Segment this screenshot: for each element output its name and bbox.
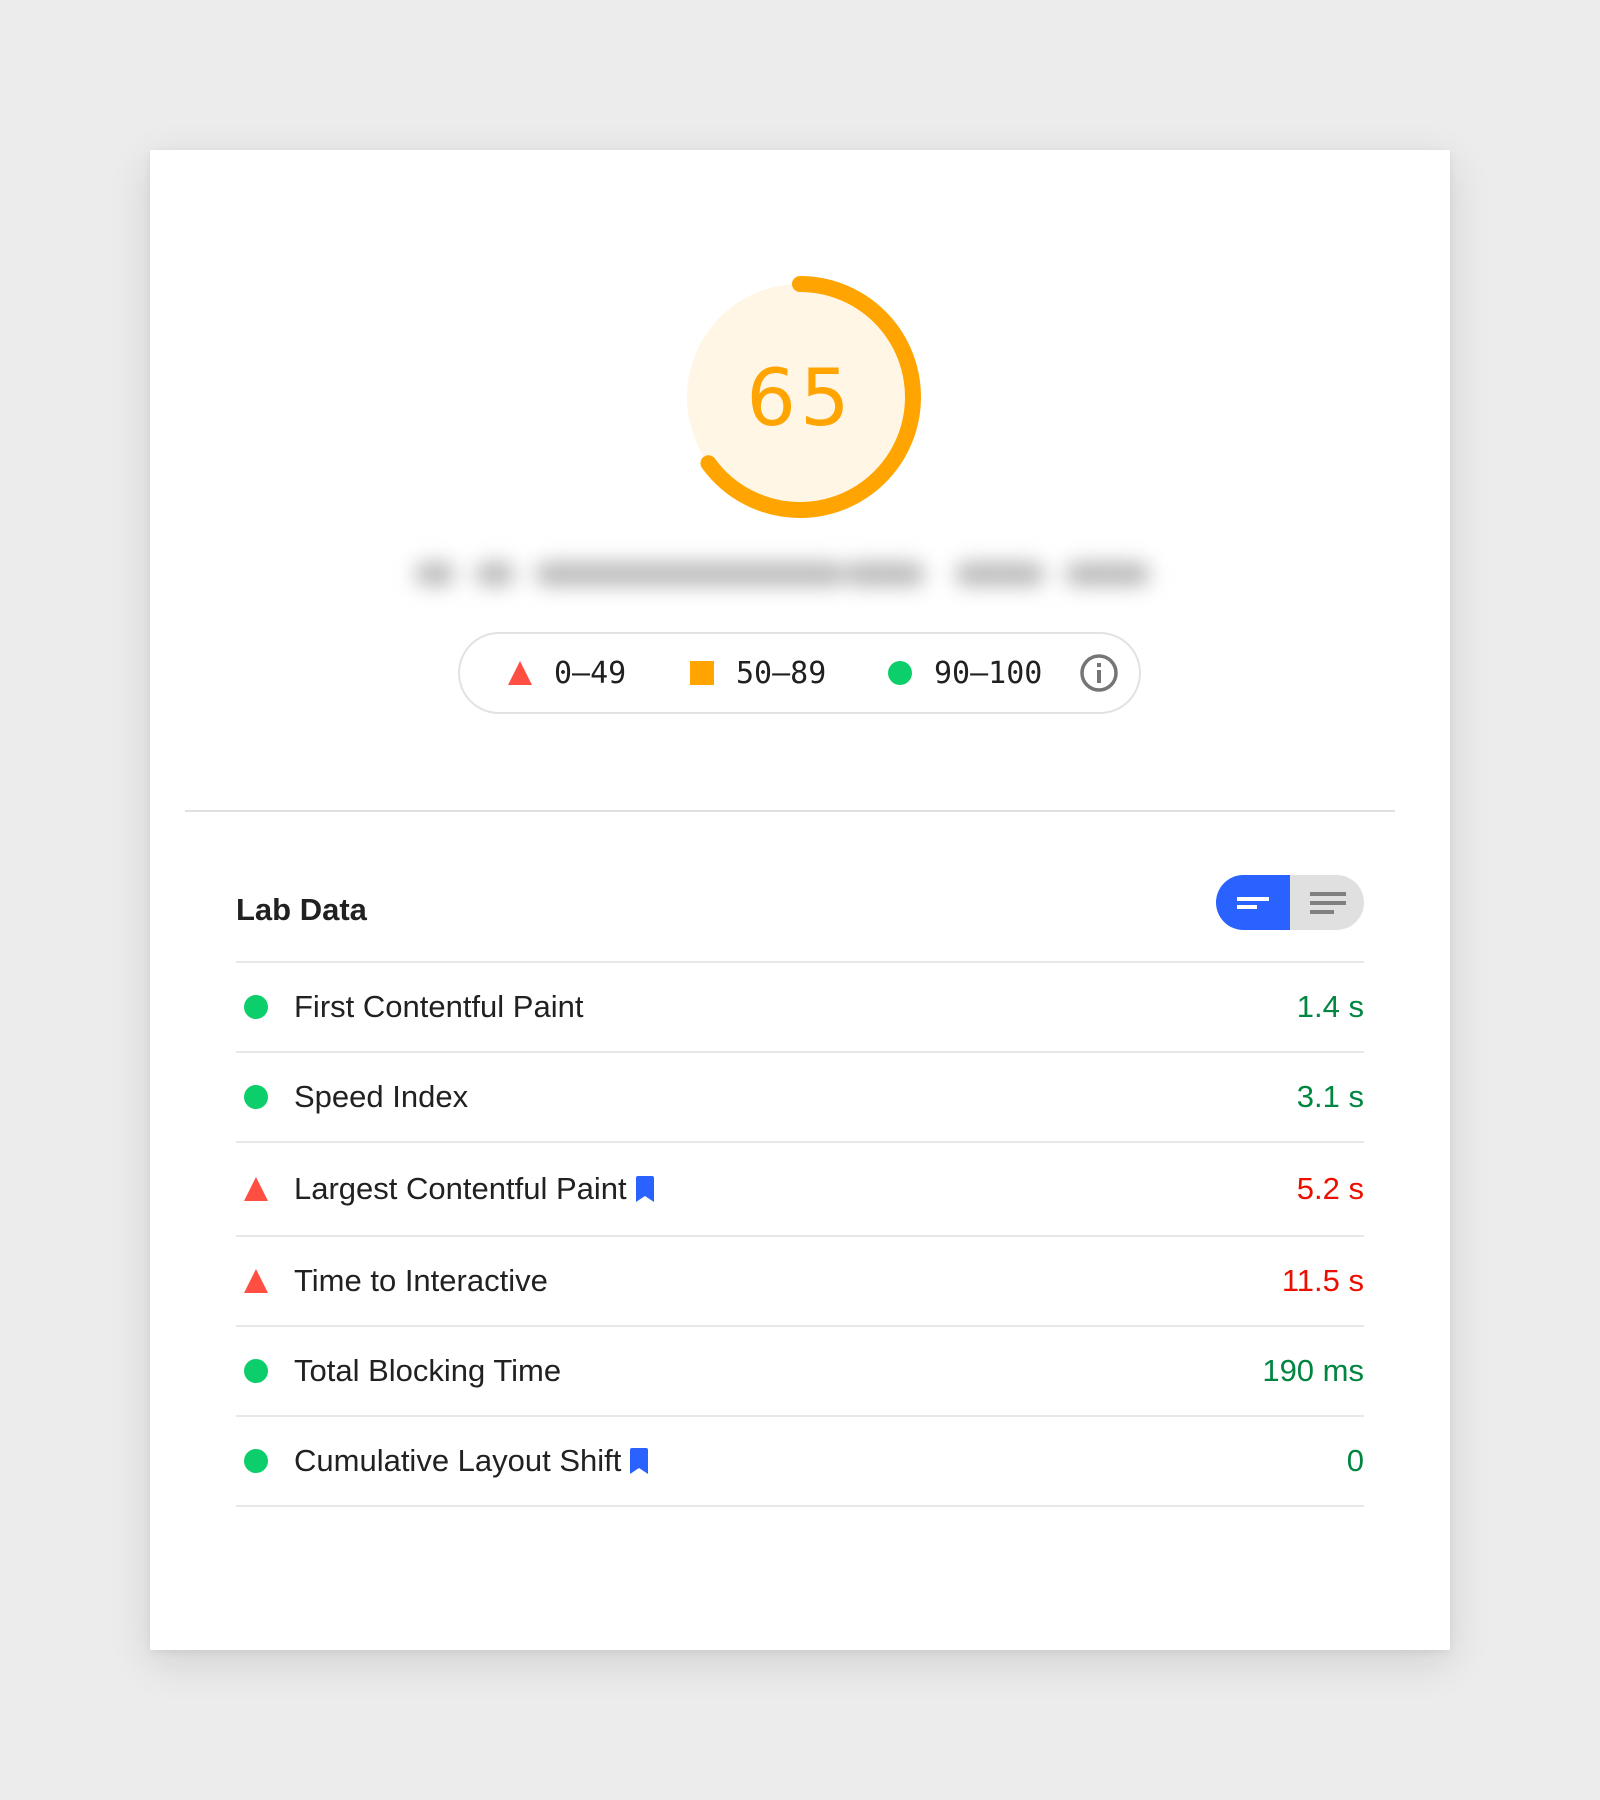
- metric-value: 5.2 s: [1296, 1171, 1364, 1206]
- bookmark-icon: [635, 1174, 655, 1202]
- performance-score-gauge: 65: [674, 271, 926, 523]
- metric-row[interactable]: Cumulative Layout Shift 0: [236, 1415, 1364, 1507]
- metric-name-text: Largest Contentful Paint: [294, 1171, 627, 1206]
- circle-icon: [888, 661, 912, 685]
- square-icon: [690, 661, 714, 685]
- metric-row[interactable]: Speed Index 3.1 s: [236, 1051, 1364, 1141]
- pass-circle-icon: [244, 1359, 268, 1383]
- compact-view-button[interactable]: [1216, 875, 1290, 930]
- metric-name: Cumulative Layout Shift: [294, 1443, 649, 1479]
- section-divider: [185, 810, 1395, 812]
- fail-triangle-icon: [244, 1177, 268, 1201]
- pass-circle-icon: [244, 995, 268, 1019]
- legend-item-pass: 90–100: [888, 634, 1042, 712]
- metric-row[interactable]: First Contentful Paint 1.4 s: [236, 961, 1364, 1051]
- score-legend: 0–49 50–89 90–100: [458, 632, 1141, 714]
- metric-name-text: First Contentful Paint: [294, 989, 584, 1024]
- expanded-view-button[interactable]: [1290, 875, 1364, 930]
- metric-name-text: Cumulative Layout Shift: [294, 1443, 622, 1478]
- bookmark-icon: [629, 1446, 649, 1474]
- fail-triangle-icon: [244, 1269, 268, 1293]
- metric-name: Total Blocking Time: [294, 1353, 561, 1389]
- view-toggle[interactable]: [1216, 875, 1364, 930]
- info-icon[interactable]: [1079, 653, 1119, 693]
- triangle-icon: [508, 661, 532, 685]
- metric-name: Largest Contentful Paint: [294, 1171, 655, 1207]
- pass-circle-icon: [244, 1085, 268, 1109]
- compact-view-icon: [1237, 896, 1269, 909]
- pass-circle-icon: [244, 1449, 268, 1473]
- metric-value: 11.5 s: [1281, 1263, 1364, 1298]
- metric-name: Time to Interactive: [294, 1263, 548, 1299]
- metric-name: First Contentful Paint: [294, 989, 583, 1025]
- metric-row[interactable]: Largest Contentful Paint 5.2 s: [236, 1141, 1364, 1235]
- metric-name-text: Total Blocking Time: [294, 1353, 562, 1388]
- metric-value: 0: [1346, 1443, 1364, 1478]
- metric-name: Speed Index: [294, 1079, 468, 1115]
- metric-name-text: Speed Index: [294, 1079, 469, 1114]
- metrics-table: First Contentful Paint 1.4 s Speed Index 3.…: [236, 961, 1364, 1507]
- metric-row[interactable]: Total Blocking Time 190 ms: [236, 1325, 1364, 1415]
- legend-label: 90–100: [934, 655, 1043, 691]
- metric-name-text: Time to Interactive: [294, 1263, 548, 1298]
- legend-item-fail: 0–49: [508, 634, 626, 712]
- expanded-view-icon: [1310, 891, 1346, 914]
- redacted-url: [415, 552, 1150, 596]
- metric-value: 190 ms: [1262, 1353, 1364, 1388]
- legend-label: 0–49: [554, 655, 627, 691]
- metric-value: 3.1 s: [1296, 1079, 1364, 1114]
- legend-label: 50–89: [736, 655, 827, 691]
- legend-item-average: 50–89: [690, 634, 826, 712]
- metric-row[interactable]: Time to Interactive 11.5 s: [236, 1235, 1364, 1325]
- lab-data-heading: Lab Data: [236, 892, 367, 927]
- score-value: 65: [746, 354, 854, 444]
- metric-value: 1.4 s: [1296, 989, 1364, 1024]
